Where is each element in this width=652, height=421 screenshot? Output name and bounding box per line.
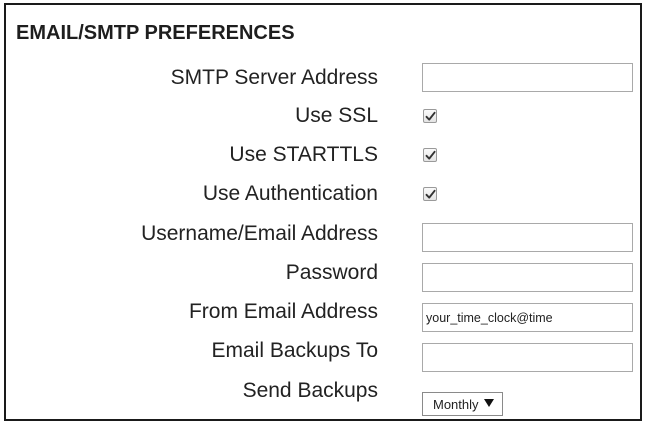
checkmark-icon bbox=[425, 111, 436, 121]
use-ssl-checkbox[interactable] bbox=[423, 109, 437, 123]
password-label: Password bbox=[285, 261, 378, 284]
send-backups-label: Send Backups bbox=[242, 379, 378, 402]
email-smtp-preferences-panel: EMAIL/SMTP PREFERENCES SMTP Server Addre… bbox=[4, 3, 642, 421]
email-backups-to-label: Email Backups To bbox=[211, 339, 378, 362]
username-email-input[interactable] bbox=[422, 223, 633, 252]
password-input[interactable] bbox=[422, 263, 633, 292]
use-authentication-checkbox[interactable] bbox=[423, 187, 437, 201]
username-email-label: Username/Email Address bbox=[141, 222, 378, 245]
send-backups-selected-value: Monthly bbox=[433, 396, 479, 412]
use-starttls-label: Use STARTTLS bbox=[229, 143, 378, 166]
send-backups-select[interactable]: Monthly bbox=[422, 392, 503, 416]
triangle-down-icon bbox=[484, 399, 494, 407]
smtp-server-address-input[interactable] bbox=[422, 63, 633, 92]
from-email-address-input[interactable] bbox=[422, 303, 633, 332]
email-backups-to-input[interactable] bbox=[422, 343, 633, 372]
checkmark-icon bbox=[425, 150, 436, 160]
checkmark-icon bbox=[425, 189, 436, 199]
section-title: EMAIL/SMTP PREFERENCES bbox=[16, 22, 295, 44]
from-email-address-label: From Email Address bbox=[188, 300, 378, 323]
smtp-server-address-label: SMTP Server Address bbox=[170, 66, 378, 89]
use-authentication-label: Use Authentication bbox=[202, 182, 378, 205]
use-starttls-checkbox[interactable] bbox=[423, 148, 437, 162]
use-ssl-label: Use SSL bbox=[295, 104, 378, 127]
